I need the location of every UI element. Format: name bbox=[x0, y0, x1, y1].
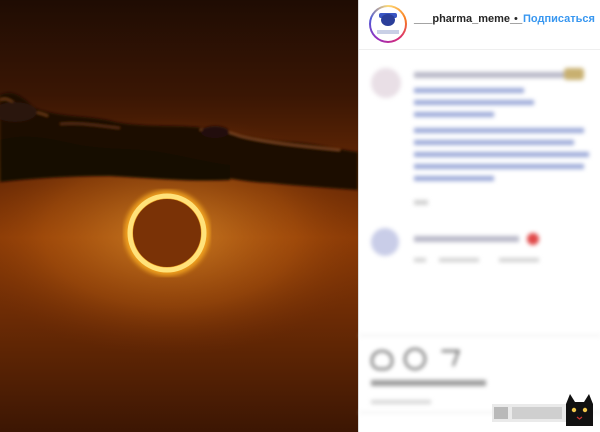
eclipse-photo bbox=[0, 92, 358, 355]
blurred-comments bbox=[359, 50, 600, 432]
separator-dot: • bbox=[514, 13, 518, 25]
post-side-panel: ___pharma_meme__ • Подписаться bbox=[358, 0, 600, 432]
cat-icon bbox=[566, 394, 593, 426]
comment-icon[interactable] bbox=[404, 348, 426, 370]
caption-avatar bbox=[371, 68, 401, 98]
heart-icon[interactable] bbox=[371, 350, 393, 370]
comment-avatar bbox=[371, 228, 399, 256]
avatar-image bbox=[371, 7, 405, 41]
avatar[interactable] bbox=[369, 5, 407, 43]
post-photo[interactable] bbox=[0, 0, 358, 432]
username-link[interactable]: ___pharma_meme__ bbox=[414, 13, 522, 25]
follow-button[interactable]: Подписаться bbox=[523, 13, 595, 25]
eclipse-ring bbox=[124, 190, 210, 276]
cloud-band bbox=[0, 92, 358, 190]
watermark-logo bbox=[492, 394, 593, 426]
post-header: ___pharma_meme__ • Подписаться bbox=[359, 0, 600, 50]
share-icon[interactable] bbox=[436, 350, 460, 366]
